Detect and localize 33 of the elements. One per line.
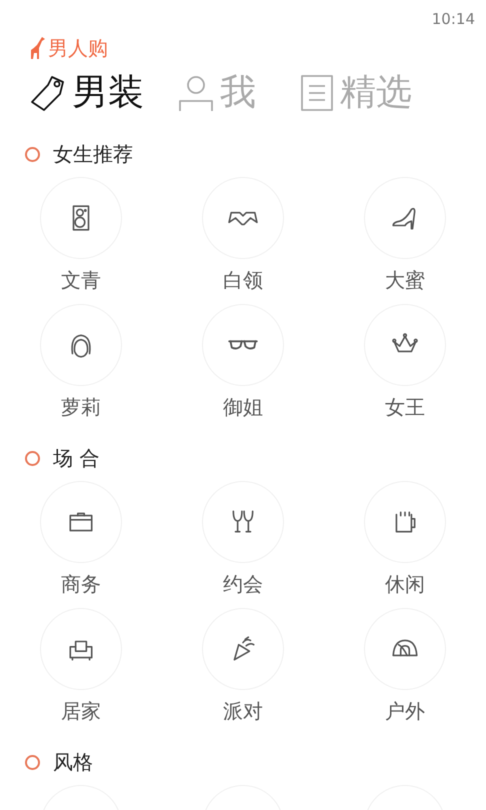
section-title: 场 合 [53,445,100,472]
category-label: 白领 [223,268,263,292]
section-ring-icon [25,754,40,770]
category-label: 约会 [223,572,263,596]
category-label: 户外 [385,699,425,723]
status-time: 10:14 [432,8,475,30]
category-button[interactable] [364,608,446,690]
tag-icon [30,74,66,112]
section-ring-icon [25,450,40,466]
document-icon [300,74,334,112]
category-button[interactable] [40,304,122,386]
category-label: 女王 [385,395,425,419]
category-label: 居家 [61,699,101,723]
tab[interactable]: 男装 [30,71,144,115]
app-logo-text: 男人购 [48,36,108,60]
category-button[interactable] [40,481,122,563]
tab[interactable]: 精选 [300,71,412,115]
section-ring-icon [25,146,40,162]
tab[interactable]: 我 [178,71,256,115]
category-label: 御姐 [223,395,263,419]
category-label: 派对 [223,699,263,723]
category-label: 文青 [61,268,101,292]
glasses-icon [228,340,258,350]
category-label: 萝莉 [61,395,101,419]
category-label: 休闲 [385,572,425,596]
category-label: 大蜜 [385,268,425,292]
category-button[interactable] [40,177,122,259]
category-label: 商务 [61,572,101,596]
category-button[interactable] [40,608,122,690]
section-title: 风格 [53,749,93,776]
giraffe-icon [28,36,46,60]
person-icon [178,74,214,112]
section-title: 女生推荐 [53,141,133,168]
